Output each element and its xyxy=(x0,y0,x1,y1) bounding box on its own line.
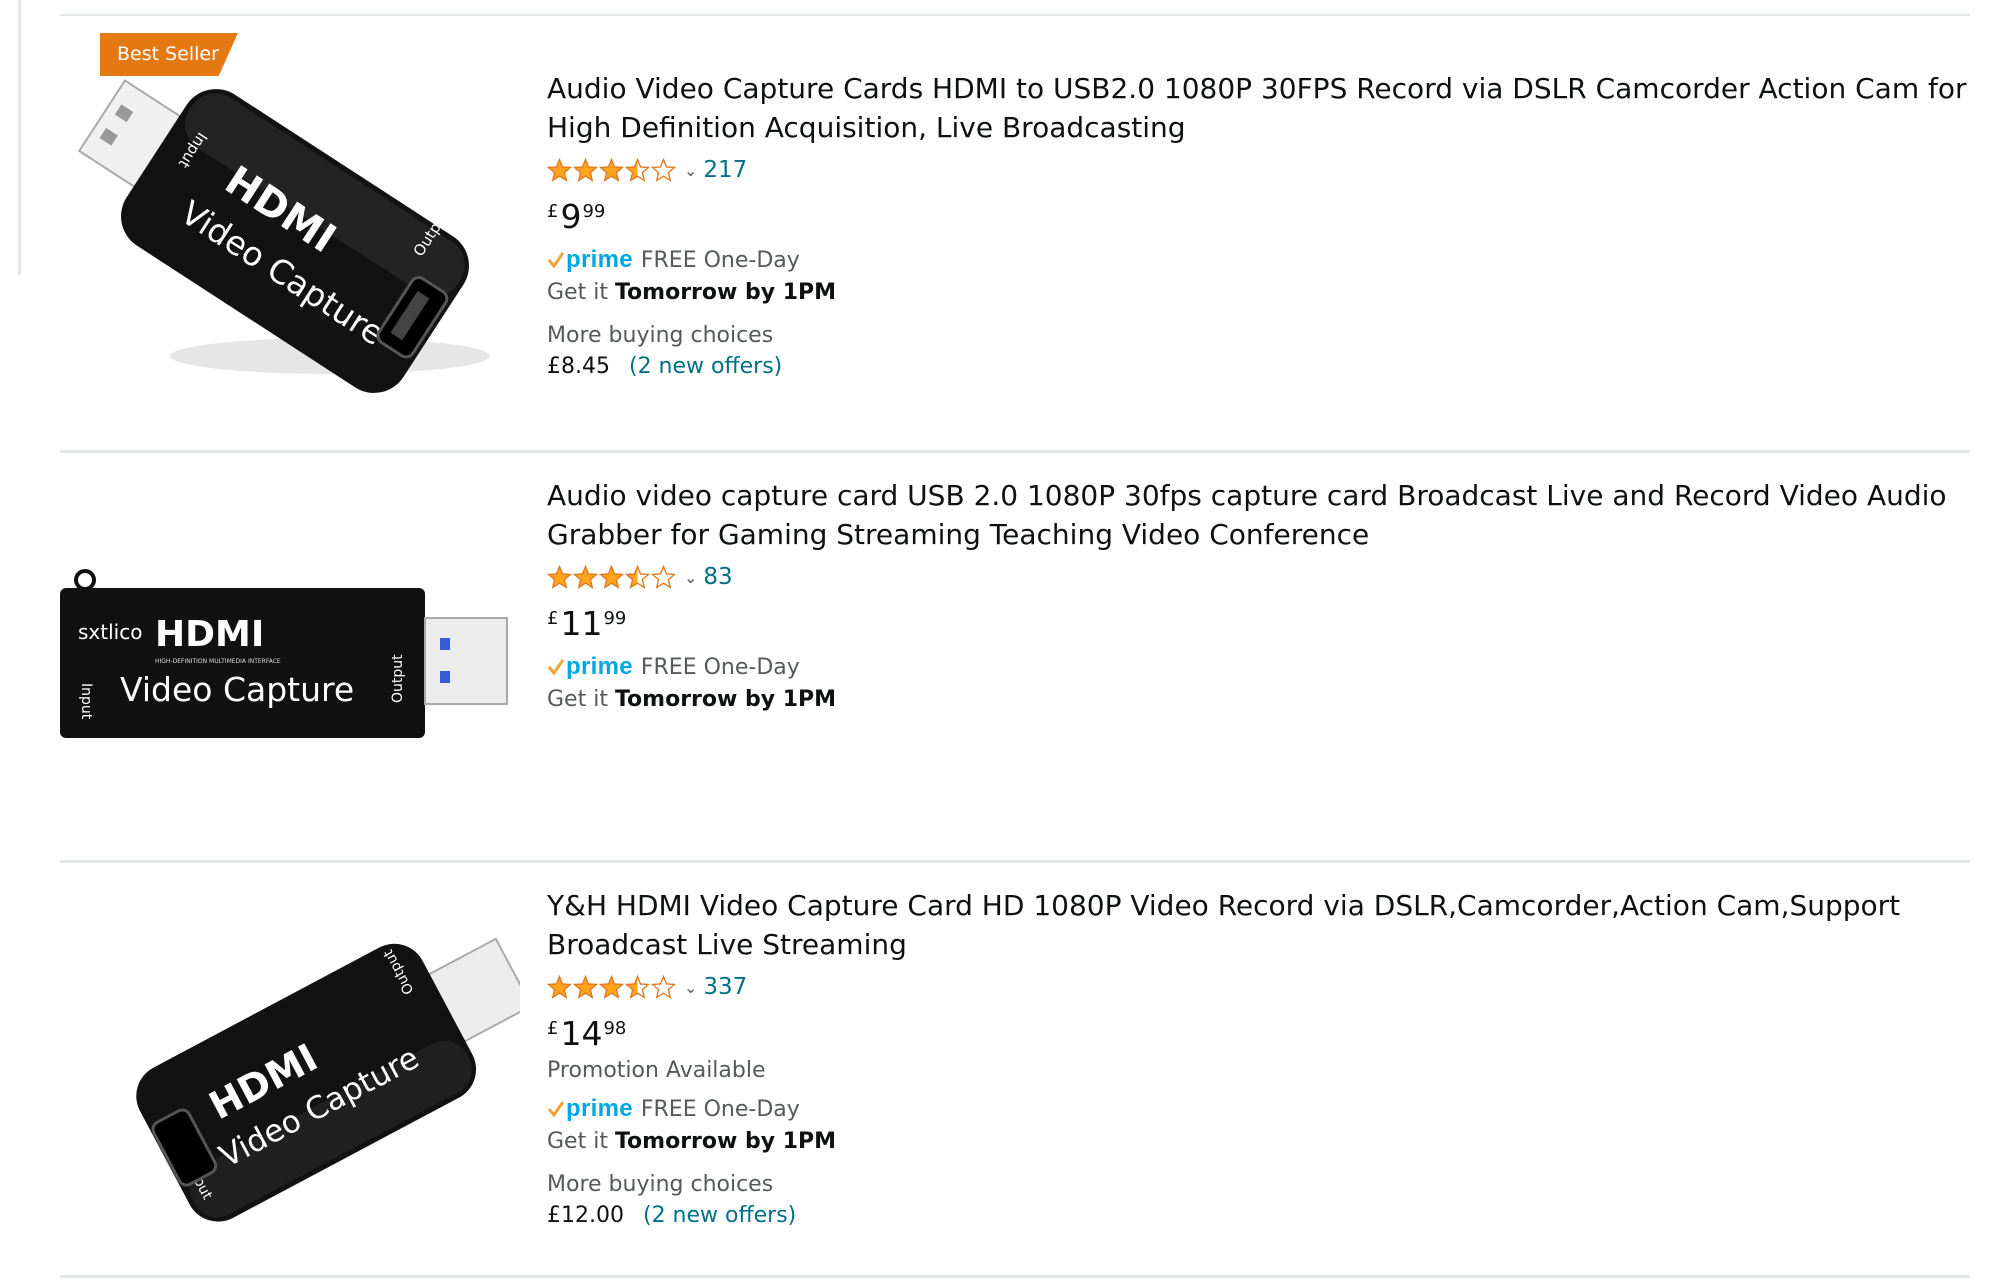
star-icon xyxy=(651,564,676,589)
delivery-prefix: Get it xyxy=(547,687,608,712)
star-rating xyxy=(547,974,676,1000)
left-border xyxy=(18,0,21,275)
prime-row: prime FREE One-Day xyxy=(547,243,1967,277)
price-fraction: 98 xyxy=(603,1018,627,1039)
star-icon xyxy=(599,974,624,999)
delivery-prefix: Get it xyxy=(547,1129,608,1154)
more-buying-choices: More buying choices xyxy=(547,1172,774,1197)
price-whole: 14 xyxy=(560,1014,603,1053)
new-offers-link[interactable]: (2 new offers) xyxy=(629,354,782,379)
image-subtitle: HIGH-DEFINITION MULTIMEDIA INTERFACE xyxy=(155,658,281,665)
product-image[interactable]: HDMI Video Capture Input Output xyxy=(60,863,520,1273)
star-icon xyxy=(599,157,624,182)
delivery-prefix: Get it xyxy=(547,280,608,305)
offers-row: £8.45 (2 new offers) xyxy=(547,351,1967,383)
star-icon xyxy=(625,564,650,589)
star-icon xyxy=(547,564,572,589)
product-title-link[interactable]: Audio Video Capture Cards HDMI to USB2.0… xyxy=(547,69,1967,147)
star-icon xyxy=(599,564,624,589)
price-currency: £ xyxy=(547,201,559,222)
star-icon xyxy=(651,974,676,999)
review-count-link[interactable]: 83 xyxy=(703,564,732,590)
image-port-label: Input xyxy=(78,683,94,720)
product-title-link[interactable]: Audio video capture card USB 2.0 1080P 3… xyxy=(547,476,1967,554)
review-count-link[interactable]: 217 xyxy=(703,157,747,183)
price[interactable]: £ 11 99 xyxy=(547,604,1967,646)
delivery-type: FREE One-Day xyxy=(640,1096,800,1122)
image-product: Video Capture xyxy=(120,670,354,709)
result-info: Audio Video Capture Cards HDMI to USB2.0… xyxy=(547,16,1967,383)
star-rating xyxy=(547,564,676,590)
best-seller-badge: Best Seller xyxy=(100,33,238,76)
rating-row[interactable]: ⌄ 83 xyxy=(547,562,1967,592)
rating-row[interactable]: ⌄ 337 xyxy=(547,972,1967,1002)
star-icon xyxy=(625,974,650,999)
chevron-down-icon[interactable]: ⌄ xyxy=(684,161,697,180)
offer-price: £8.45 xyxy=(547,354,610,379)
new-offers-link[interactable]: (2 new offers) xyxy=(643,1203,796,1228)
delivery-when: Tomorrow by 1PM xyxy=(614,280,837,305)
image-brand: sxtlico xyxy=(78,620,142,644)
delivery-when: Tomorrow by 1PM xyxy=(614,687,837,712)
chevron-down-icon[interactable]: ⌄ xyxy=(684,978,697,997)
star-icon xyxy=(547,974,572,999)
image-port-label: Output xyxy=(390,654,406,703)
search-result: Input HDMI Video Capture Output Best Sel… xyxy=(60,16,1970,426)
prime-check-icon xyxy=(547,659,565,676)
price-fraction: 99 xyxy=(582,201,606,222)
prime-row: prime FREE One-Day xyxy=(547,650,1967,684)
offers-row: £12.00 (2 new offers) xyxy=(547,1200,1967,1232)
product-image[interactable]: Input HDMI Video Capture Output xyxy=(60,16,520,426)
product-image[interactable]: sxtlico HDMI HIGH-DEFINITION MULTIMEDIA … xyxy=(60,453,520,863)
price-fraction: 99 xyxy=(603,608,627,629)
price-currency: £ xyxy=(547,608,559,629)
prime-label: prime xyxy=(566,653,633,680)
price-currency: £ xyxy=(547,1018,559,1039)
result-info: Audio video capture card USB 2.0 1080P 3… xyxy=(547,453,1967,716)
result-divider xyxy=(60,1275,1970,1278)
prime-check-icon xyxy=(547,1101,565,1118)
review-count-link[interactable]: 337 xyxy=(703,974,747,1000)
star-icon xyxy=(625,157,650,182)
price[interactable]: £ 9 99 xyxy=(547,197,1967,239)
prime-label: prime xyxy=(566,1095,633,1122)
prime-row: prime FREE One-Day xyxy=(547,1092,1967,1126)
rating-row[interactable]: ⌄ 217 xyxy=(547,155,1967,185)
price-whole: 9 xyxy=(560,197,582,236)
more-buying-choices: More buying choices xyxy=(547,323,774,348)
star-icon xyxy=(573,974,598,999)
delivery-estimate: Get it Tomorrow by 1PM xyxy=(547,684,1967,716)
delivery-type: FREE One-Day xyxy=(640,247,800,273)
star-rating xyxy=(547,157,676,183)
delivery-type: FREE One-Day xyxy=(640,654,800,680)
star-icon xyxy=(573,157,598,182)
price[interactable]: £ 14 98 xyxy=(547,1014,1967,1056)
delivery-when: Tomorrow by 1PM xyxy=(614,1129,837,1154)
prime-label: prime xyxy=(566,246,633,273)
price-whole: 11 xyxy=(560,604,603,643)
delivery-estimate: Get it Tomorrow by 1PM xyxy=(547,277,1967,309)
star-icon xyxy=(651,157,676,182)
search-result: HDMI Video Capture Input Output Y&H HDMI… xyxy=(60,863,1970,1273)
result-info: Y&H HDMI Video Capture Card HD 1080P Vid… xyxy=(547,863,1967,1232)
prime-check-icon xyxy=(547,252,565,269)
search-result: sxtlico HDMI HIGH-DEFINITION MULTIMEDIA … xyxy=(60,453,1970,863)
promotion-text: Promotion Available xyxy=(547,1058,766,1083)
image-logo: HDMI xyxy=(155,614,264,655)
star-icon xyxy=(573,564,598,589)
star-icon xyxy=(547,157,572,182)
offer-price: £12.00 xyxy=(547,1203,624,1228)
delivery-estimate: Get it Tomorrow by 1PM xyxy=(547,1126,1967,1158)
product-title-link[interactable]: Y&H HDMI Video Capture Card HD 1080P Vid… xyxy=(547,886,1967,964)
chevron-down-icon[interactable]: ⌄ xyxy=(684,568,697,587)
